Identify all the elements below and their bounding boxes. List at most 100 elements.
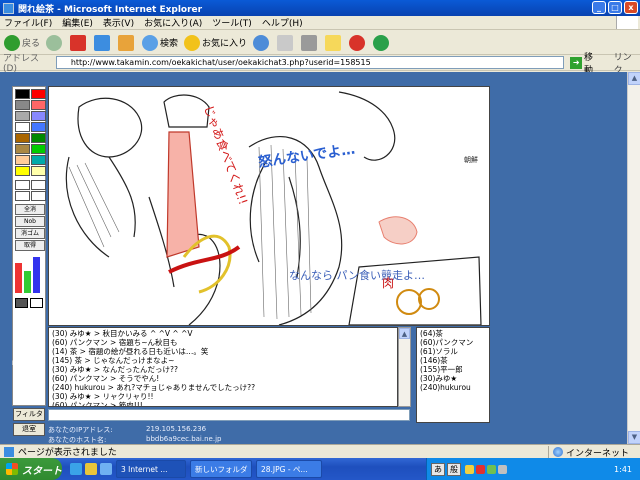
desktop-quicklaunch-icon[interactable] (100, 463, 112, 475)
menu-help[interactable]: ヘルプ(H) (262, 16, 303, 29)
menu-view[interactable]: 表示(V) (103, 16, 134, 29)
scroll-down-icon[interactable]: ▼ (628, 431, 640, 444)
taskbar-item-ie[interactable]: 3 Internet ... (116, 460, 186, 478)
blue-text: 怒んないでよ… (257, 141, 356, 171)
filter-button[interactable]: フィルタ (13, 408, 45, 421)
chat-message: (240) hukurou > あれ?マチョじゃありませんでしたっけ?? (52, 383, 256, 392)
start-button[interactable]: スタート (0, 458, 62, 480)
chat-message: (60) パンクマン > そうでやん! (52, 374, 160, 383)
search-button[interactable]: 検索 (142, 34, 178, 51)
brush-size-4[interactable] (31, 191, 46, 201)
user-list-item[interactable]: (155)平一郎 (420, 365, 486, 374)
tray-antivirus-icon[interactable] (476, 464, 485, 474)
color-swatch[interactable] (31, 133, 46, 143)
user-list-item[interactable]: (240)hukurou (420, 383, 486, 392)
status-bar: ページが表示されました インターネット (0, 444, 640, 459)
user-list-item[interactable]: (64)茶 (420, 329, 486, 338)
chat-scrollbar[interactable]: ▲ (398, 327, 411, 407)
color-swatch[interactable] (15, 122, 30, 132)
color-swatch[interactable] (31, 122, 46, 132)
color-swatch[interactable] (31, 166, 46, 176)
back-button[interactable]: 戻る (4, 34, 40, 51)
scroll-up-icon[interactable]: ▲ (628, 72, 640, 85)
user-list-item[interactable]: (146)茶 (420, 356, 486, 365)
refresh-icon (94, 34, 111, 51)
color-swatch[interactable] (31, 100, 46, 110)
red-slider[interactable] (15, 263, 22, 293)
chat-input[interactable] (48, 409, 410, 421)
messenger-button[interactable] (325, 34, 343, 51)
taskbar-item-label: 3 Internet ... (121, 464, 168, 474)
color-swatch[interactable] (31, 89, 46, 99)
color-swatch[interactable] (15, 133, 30, 143)
taskbar-item-paint[interactable]: 28.JPG - ペ... (256, 460, 322, 478)
print-button[interactable] (301, 34, 319, 51)
ie-quicklaunch-icon[interactable] (70, 463, 82, 475)
refresh-button[interactable] (94, 34, 112, 51)
tray-help-icon[interactable] (465, 464, 474, 474)
home-button[interactable] (118, 34, 136, 51)
favorites-label: お気に入り (202, 39, 248, 49)
color-swatch[interactable] (15, 89, 30, 99)
mail-envelope-icon[interactable] (30, 298, 43, 308)
layer-button-1[interactable] (15, 298, 28, 308)
clear-all-button[interactable]: 全消 (15, 204, 45, 215)
user-list-item[interactable]: (60)パンクマン (420, 338, 486, 347)
ime-conversion[interactable]: 般 (447, 462, 461, 476)
blue-slider[interactable] (33, 257, 40, 293)
nob-button[interactable]: Nob (15, 216, 45, 227)
color-swatch[interactable] (15, 144, 30, 154)
favorites-button[interactable]: お気に入り (184, 34, 248, 51)
color-swatch[interactable] (31, 144, 46, 154)
search-icon (142, 34, 159, 51)
ime-mode[interactable]: あ (431, 462, 445, 476)
page-scrollbar[interactable]: ▲ ▼ (627, 72, 640, 444)
folder-quicklaunch-icon[interactable] (85, 463, 97, 475)
rgb-sliders[interactable] (13, 252, 45, 296)
eraser-button[interactable]: 消ゴム (15, 228, 45, 239)
sketch-stroke (163, 94, 210, 128)
user-list-item[interactable]: (61)ソラル (420, 347, 486, 356)
meat-text: 肉 (382, 276, 394, 290)
history-button[interactable] (253, 34, 271, 51)
close-button[interactable]: x (624, 1, 638, 14)
drawing-canvas[interactable]: じゃあ食べてくれ!! 怒んないでよ… 朝鮮 なんなら パン食い競走よ… 肉 (48, 86, 490, 326)
ime-bar[interactable]: あ 般 (431, 462, 461, 476)
mail-icon (277, 34, 294, 51)
side-text: 朝鮮 (464, 155, 478, 164)
color-swatch[interactable] (15, 155, 30, 165)
color-swatch[interactable] (15, 166, 30, 176)
brush-size-3[interactable] (15, 191, 30, 201)
stop-button[interactable] (70, 34, 88, 51)
pink-doodle (378, 216, 418, 245)
menu-tools[interactable]: ツール(T) (212, 16, 252, 29)
people-button[interactable] (373, 34, 391, 51)
color-swatch[interactable] (31, 111, 46, 121)
address-bar: アドレス(D) http://www.takamin.com/oekakicha… (0, 53, 640, 76)
get-button[interactable]: 取得 (15, 240, 45, 251)
address-input[interactable]: http://www.takamin.com/oekakichat/user/o… (55, 56, 565, 69)
brush-size-1[interactable] (15, 180, 30, 190)
chat-scroll-up-icon[interactable]: ▲ (399, 328, 410, 339)
mail-button[interactable] (277, 34, 295, 51)
chat-message: (14) 茶 > 宿題の絵が昼れる日も近いは…。笑 (52, 347, 209, 356)
color-swatch[interactable] (15, 100, 30, 110)
user-list-item[interactable]: (30)みゆ★ (420, 374, 486, 383)
taskbar-item-folder[interactable]: 新しいフォルダ (190, 460, 252, 478)
color-swatch[interactable] (31, 155, 46, 165)
color-swatch[interactable] (15, 111, 30, 121)
orange-doodle (418, 288, 440, 310)
leave-button[interactable]: 退室 (13, 423, 45, 436)
maximize-button[interactable]: □ (608, 1, 622, 14)
brush-size-2[interactable] (31, 180, 46, 190)
addon-button[interactable] (349, 34, 367, 51)
green-slider[interactable] (24, 271, 31, 293)
minimize-button[interactable]: _ (592, 1, 606, 14)
menu-favorites[interactable]: お気に入り(A) (144, 16, 202, 29)
menu-file[interactable]: ファイル(F) (4, 16, 52, 29)
tray-volume-icon[interactable] (498, 464, 507, 474)
forward-button[interactable] (46, 34, 64, 51)
stop-icon (70, 34, 87, 51)
menu-edit[interactable]: 編集(E) (62, 16, 93, 29)
tray-network-icon[interactable] (487, 464, 496, 474)
